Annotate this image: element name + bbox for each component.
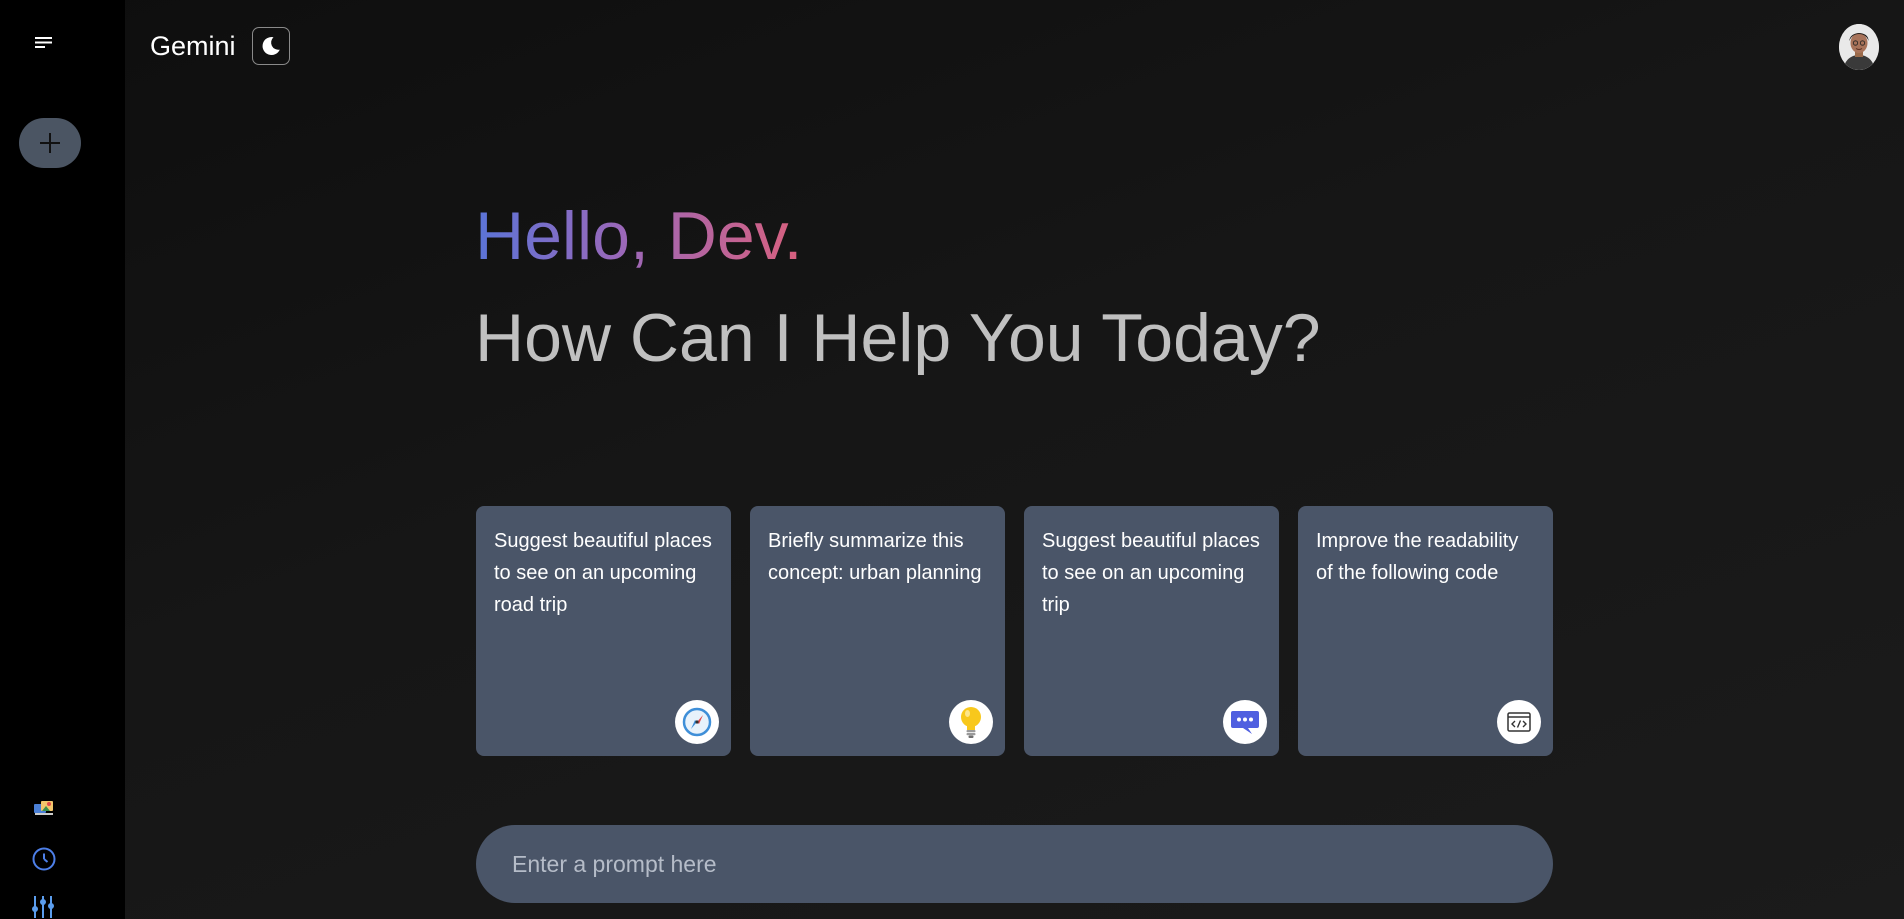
hamburger-menu-icon[interactable] [30, 33, 58, 53]
suggestion-cards: Suggest beautiful places to see on an up… [476, 506, 1553, 756]
suggestion-card[interactable]: Briefly summarize this concept: urban pl… [750, 506, 1005, 756]
chat-bubble-icon [1223, 700, 1267, 744]
suggestion-card-text: Briefly summarize this concept: urban pl… [768, 530, 982, 584]
suggestion-card-text: Suggest beautiful places to see on an up… [494, 530, 712, 616]
moon-icon [262, 36, 280, 55]
compass-icon [675, 700, 719, 744]
history-icon[interactable] [30, 845, 58, 873]
prompt-box [476, 825, 1553, 903]
suggestion-card-text: Suggest beautiful places to see on an up… [1042, 530, 1260, 616]
user-avatar[interactable] [1839, 24, 1879, 70]
settings-sliders-icon[interactable] [30, 892, 58, 919]
code-icon [1497, 700, 1541, 744]
suggestion-card-text: Improve the readability of the following… [1316, 530, 1519, 584]
suggestion-card[interactable]: Improve the readability of the following… [1298, 506, 1553, 756]
new-chat-button[interactable] [19, 118, 81, 168]
greeting-hello: Hello, Dev. [475, 198, 803, 274]
theme-toggle-button[interactable] [252, 27, 290, 65]
gallery-icon[interactable] [30, 794, 58, 822]
app-title: Gemini [150, 31, 236, 61]
app-root: Gemini Hello, Dev. How Can I Help You To… [0, 0, 1904, 919]
greeting-heading: Hello, Dev. [475, 196, 803, 276]
suggestion-card[interactable]: Suggest beautiful places to see on an up… [1024, 506, 1279, 756]
sidebar [0, 0, 125, 919]
lightbulb-icon [949, 700, 993, 744]
greeting-subtitle: How Can I Help You Today? [475, 300, 1321, 376]
suggestion-card[interactable]: Suggest beautiful places to see on an up… [476, 506, 731, 756]
plus-icon [40, 133, 60, 153]
prompt-input[interactable] [510, 843, 1519, 885]
